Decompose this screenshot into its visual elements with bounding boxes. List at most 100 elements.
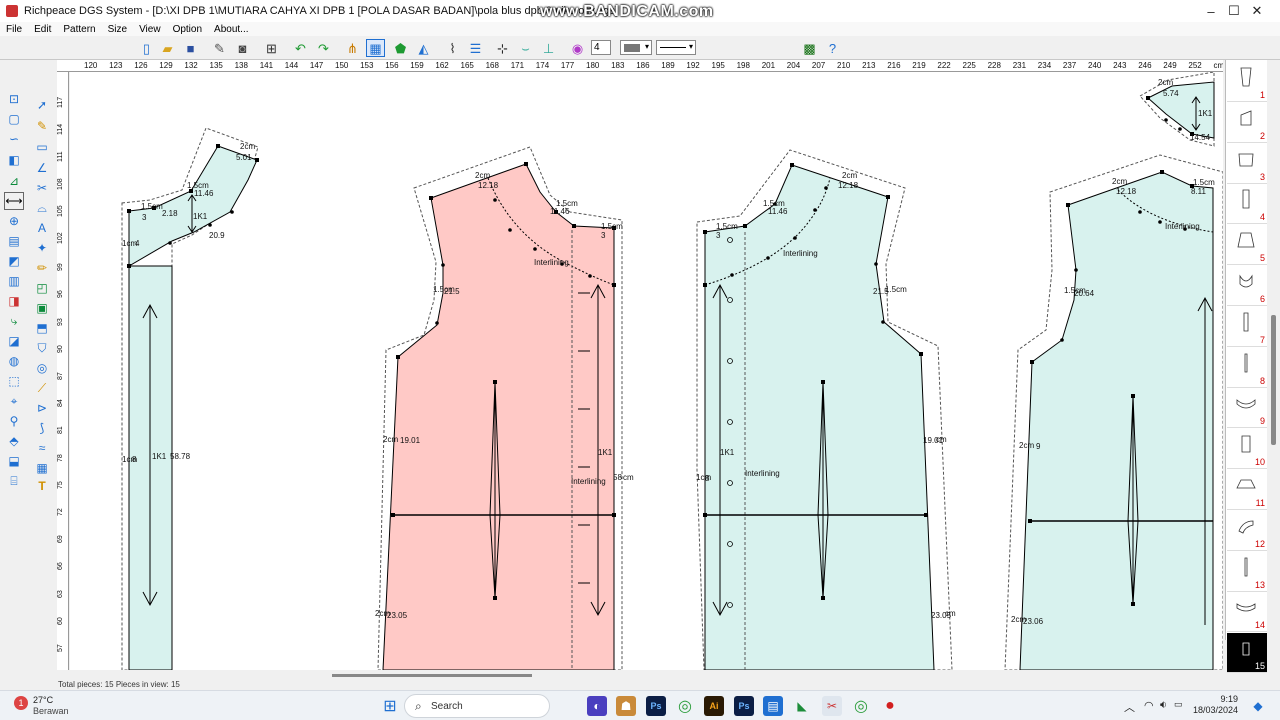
weather-condition[interactable]: Berawan [33, 706, 69, 716]
ruler-tool-icon[interactable]: ⟋ [32, 379, 52, 397]
piece-list-item[interactable]: 2 [1227, 103, 1267, 143]
pattern-square-icon[interactable]: ⬚ [4, 372, 24, 390]
scissors-piece-icon[interactable]: ⊿ [4, 172, 24, 190]
piece-list-item[interactable]: 13 [1227, 552, 1267, 592]
grade-icon[interactable]: ⋔ [343, 39, 362, 57]
undo-icon[interactable]: ↶ [291, 39, 310, 57]
marker-layout-icon[interactable]: ⬓ [4, 452, 24, 470]
piece-list-item[interactable]: 4 [1227, 184, 1267, 225]
dart-icon[interactable]: ⬒ [32, 319, 52, 337]
piece-list-item[interactable]: 6 [1227, 266, 1267, 306]
knife-icon[interactable]: ⟆ [32, 419, 52, 437]
mirror-icon[interactable]: ◨ [4, 292, 24, 310]
chrome-icon[interactable]: ◎ [675, 696, 695, 716]
pencil-icon[interactable]: ✎ [32, 117, 52, 135]
canvas-hscrollbar[interactable] [70, 670, 1223, 680]
seam-icon[interactable]: ⤷ [4, 312, 24, 330]
richpeace-taskbar-icon[interactable]: ✂ [822, 696, 842, 716]
frame-icon[interactable]: ⊞ [262, 39, 281, 57]
line-style-select[interactable]: ▾ [656, 40, 696, 55]
piece-list-scrollbar[interactable] [1268, 60, 1280, 640]
battery-icon[interactable]: ▭ [1174, 699, 1183, 710]
wrench-icon[interactable]: ✦ [32, 239, 52, 257]
speaker-icon[interactable]: 🔉︎ [1160, 699, 1167, 712]
measure-icon[interactable]: ⊹ [493, 39, 512, 57]
file-explorer-icon[interactable]: ▤ [763, 696, 783, 716]
taskbar-search[interactable]: ⌕ Search [404, 694, 550, 718]
photoshop-2-icon[interactable]: Ps [734, 696, 754, 716]
block-icon[interactable]: ▤ [4, 232, 24, 250]
curve-icon[interactable]: ⌣ [516, 39, 535, 57]
notification-icon[interactable]: ◆ [1248, 696, 1268, 716]
chrome-2-icon[interactable]: ◎ [851, 696, 871, 716]
piece-list-item[interactable]: 15 [1227, 633, 1267, 674]
piece-list-item[interactable]: 11 [1227, 470, 1267, 510]
menu-file[interactable]: File [0, 24, 28, 35]
piece-list-item[interactable]: 10 [1227, 429, 1267, 470]
eraser-icon[interactable]: ✎ [210, 39, 229, 57]
table-tool-icon[interactable]: ▦ [32, 459, 52, 477]
fill-icon[interactable]: ◭ [414, 39, 433, 57]
game-app-icon[interactable]: ☗ [616, 696, 636, 716]
weather-alert-icon[interactable]: 1 [14, 696, 28, 710]
button-hole-icon[interactable]: ◍ [4, 352, 24, 370]
arrow-select-icon[interactable]: ➚ [32, 96, 52, 114]
new-file-icon[interactable]: ▯ [137, 39, 156, 57]
close-button[interactable]: ✕ [1234, 0, 1280, 22]
piece-list-item[interactable]: 8 [1227, 348, 1267, 388]
scroll-thumb[interactable] [1271, 315, 1276, 445]
tray-chevron-up-icon[interactable]: ︿ [1124, 699, 1135, 715]
grade-point-icon[interactable]: ⊕ [4, 212, 24, 230]
piece-list-item[interactable]: 1 [1227, 62, 1267, 102]
pleat-icon[interactable]: ◪ [4, 332, 24, 350]
pattern-canvas[interactable]: 2cm 5.01 1.5cm 11.46 1.5cm 3 2.18 1K1 20… [70, 72, 1223, 670]
taskbar-clock[interactable]: 9:19 18/03/2024 [1186, 694, 1238, 716]
save-icon[interactable]: ■ [181, 39, 200, 57]
text-tool-icon[interactable]: T [32, 477, 52, 495]
curve-tool-icon[interactable]: ∽ [4, 130, 24, 148]
pattern-piece-4[interactable] [1004, 154, 1223, 670]
sleeve-icon[interactable]: ◧ [4, 151, 24, 169]
shape-icon[interactable]: ⬟ [391, 39, 410, 57]
menu-view[interactable]: View [133, 24, 167, 35]
text-a-icon[interactable]: A [32, 219, 52, 237]
marker-icon[interactable]: ✏ [32, 259, 52, 277]
digitizer-icon[interactable]: ▩ [800, 39, 819, 57]
hscroll-thumb[interactable] [332, 674, 532, 677]
menu-about[interactable]: About... [208, 24, 254, 35]
wifi-icon[interactable]: ◠ [1144, 699, 1154, 712]
help-icon[interactable]: ? [823, 39, 842, 57]
color-wheel-icon[interactable]: ◉ [568, 39, 587, 57]
notch-icon[interactable]: ◩ [4, 252, 24, 270]
bandicam-icon[interactable]: ● [880, 696, 900, 716]
weather-temperature[interactable]: 27°C [33, 695, 53, 705]
line-width-input[interactable]: 4 [591, 40, 611, 55]
angle-icon[interactable]: ∠ [32, 159, 52, 177]
grid-view-icon[interactable]: ▦ [366, 39, 385, 57]
piece-list-item[interactable]: 12 [1227, 511, 1267, 551]
triangle-tool-icon[interactable]: ⊳ [32, 399, 52, 417]
tape-icon[interactable]: ⌓ [32, 199, 52, 217]
menu-option[interactable]: Option [167, 24, 208, 35]
plot-icon[interactable]: ⌸ [4, 472, 24, 490]
open-folder-icon[interactable]: ▰ [158, 39, 177, 57]
rectangle-icon[interactable]: ▭ [32, 138, 52, 156]
camera-icon[interactable]: ◙ [233, 39, 252, 57]
app-green-icon[interactable]: ◣ [792, 696, 812, 716]
pattern-piece-2[interactable] [377, 146, 623, 670]
cut-icon[interactable]: ✂ [32, 179, 52, 197]
redo-icon[interactable]: ↷ [314, 39, 333, 57]
copilot-icon[interactable]: ◐ [587, 696, 607, 716]
grainline-icon[interactable]: ▥ [4, 272, 24, 290]
pin-icon[interactable]: ⚲ [4, 412, 24, 430]
piece-list-item[interactable]: 14 [1227, 592, 1267, 633]
rotate-icon[interactable]: ▣ [32, 299, 52, 317]
menu-edit[interactable]: Edit [28, 24, 57, 35]
piece-outline-icon[interactable]: ▢ [4, 110, 24, 128]
photoshop-icon[interactable]: Ps [646, 696, 666, 716]
menu-size[interactable]: Size [102, 24, 133, 35]
stitch-icon[interactable]: ≈ [32, 439, 52, 457]
color-select[interactable]: ▾ [620, 40, 652, 55]
join-icon[interactable]: ⬘ [4, 432, 24, 450]
piece-list-item[interactable]: 3 [1227, 144, 1267, 184]
